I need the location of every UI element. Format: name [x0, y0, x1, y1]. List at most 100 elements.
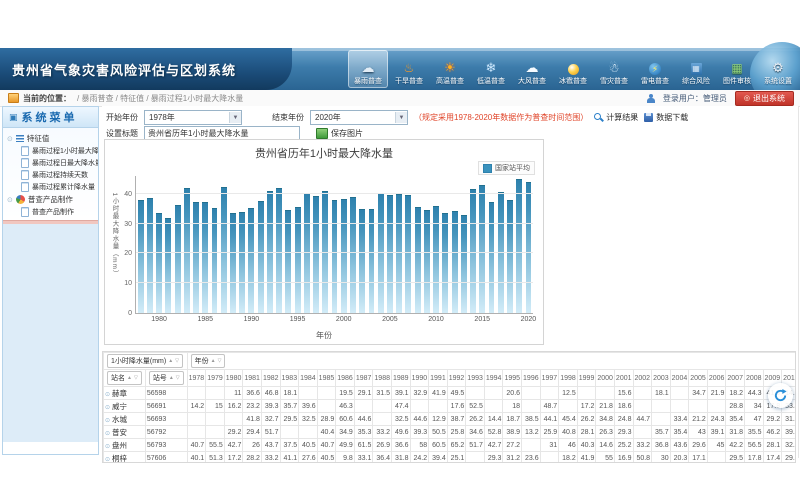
- toolbar-item-snow-thermometer[interactable]: ❄低温普查: [471, 50, 511, 88]
- year-column-header[interactable]: 1991: [429, 370, 448, 387]
- station-name-cell[interactable]: ⊙盘州: [104, 439, 146, 452]
- sidebar-item-0-3[interactable]: 暴雨过程累计降水量: [7, 181, 96, 193]
- year-column-header[interactable]: 2005: [689, 370, 708, 387]
- year-column-header[interactable]: 2000: [596, 370, 615, 387]
- year-column-header[interactable]: 2001: [614, 370, 633, 387]
- year-column-header[interactable]: 1981: [243, 370, 262, 387]
- sidebar-item-0-1[interactable]: 暴雨过程日最大降水量: [7, 157, 96, 169]
- year-column-header[interactable]: 2008: [744, 370, 763, 387]
- sun-icon: ☀: [442, 60, 458, 75]
- year-column-header[interactable]: 2004: [670, 370, 689, 387]
- station-expand-icon[interactable]: ⊙: [105, 405, 110, 411]
- year-column-header[interactable]: 1979: [206, 370, 225, 387]
- year-column-header[interactable]: 1983: [280, 370, 299, 387]
- rainfall-value-cell: 40.7: [187, 439, 206, 452]
- station-name-sort-box[interactable]: 站名▲▽: [107, 371, 142, 385]
- sort-desc-icon[interactable]: ▽: [175, 359, 179, 364]
- station-expand-icon[interactable]: ⊙: [105, 418, 110, 424]
- year-column-header[interactable]: 1988: [373, 370, 392, 387]
- sort-asc-icon[interactable]: ▲: [168, 359, 173, 364]
- toolbar-item-snow-cloud[interactable]: ☃雪灾普查: [594, 50, 634, 88]
- station-expand-icon[interactable]: ⊙: [105, 431, 110, 437]
- sort-asc-icon[interactable]: ▲: [211, 359, 216, 364]
- toolbar-item-heat-waves[interactable]: ♨干旱普查: [389, 50, 429, 88]
- refresh-float-button[interactable]: [768, 383, 793, 408]
- sort-desc-icon[interactable]: ▽: [176, 376, 180, 381]
- sort-asc-icon[interactable]: ▲: [127, 376, 132, 381]
- year-sort-box[interactable]: 年份▲▽: [191, 354, 226, 368]
- rainfall-value-cell: 50.8: [633, 452, 652, 464]
- tree-toggle-icon[interactable]: ⊙: [7, 196, 13, 204]
- year-column-header[interactable]: 1999: [577, 370, 596, 387]
- calculate-button[interactable]: 计算结果: [594, 112, 638, 123]
- sort-desc-icon[interactable]: ▽: [134, 376, 138, 381]
- station-expand-icon[interactable]: ⊙: [105, 457, 110, 463]
- chart-title-input[interactable]: [144, 126, 300, 140]
- station-id-sort-box[interactable]: 站号▲▽: [149, 371, 184, 385]
- year-column-header[interactable]: 1985: [317, 370, 336, 387]
- station-name-cell[interactable]: ⊙威宁: [104, 400, 146, 413]
- sort-desc-icon[interactable]: ▽: [218, 359, 222, 364]
- bar-slot: [515, 176, 524, 313]
- year-column-header[interactable]: 1993: [466, 370, 485, 387]
- station-name-cell[interactable]: ⊙桐梓: [104, 452, 146, 464]
- year-column-header[interactable]: 1994: [484, 370, 503, 387]
- year-column-header[interactable]: 1987: [354, 370, 373, 387]
- year-column-header[interactable]: 1982: [261, 370, 280, 387]
- bar-slot: [422, 176, 431, 313]
- rainfall-value-cell: 18.6: [614, 400, 633, 413]
- rainfall-value-cell: 34: [744, 400, 763, 413]
- toolbar-item-gear[interactable]: ⚙系统设置: [758, 50, 798, 88]
- toolbar-item-wind-cloud[interactable]: ☁大风普查: [512, 50, 552, 88]
- sidebar-item-0-0[interactable]: 暴雨过程1小时最大降水量: [7, 145, 96, 157]
- value-header-box[interactable]: 1小时降水量(mm)▲▽: [107, 354, 183, 368]
- toolbar-item-rain-cloud[interactable]: ☁暴雨普查: [348, 50, 388, 88]
- rainfall-value-cell: 14.6: [596, 439, 615, 452]
- year-column-header[interactable]: 1998: [559, 370, 578, 387]
- chart-legend[interactable]: 国家站平均: [478, 161, 535, 175]
- year-column-header[interactable]: 1995: [503, 370, 522, 387]
- download-button[interactable]: 数据下载: [644, 112, 688, 123]
- year-column-header[interactable]: 1996: [522, 370, 541, 387]
- start-year-select[interactable]: 1978年 ▼: [144, 110, 242, 125]
- year-column-header[interactable]: 1978: [187, 370, 206, 387]
- bar-1989: [239, 212, 245, 313]
- sidebar-group-0[interactable]: ⊙特征值: [7, 132, 96, 145]
- save-image-button[interactable]: 保存图片: [316, 128, 363, 139]
- rainfall-value-cell: 42.2: [726, 439, 745, 452]
- toolbar-item-lightning[interactable]: ⚡雷电普查: [635, 50, 675, 88]
- tree-toggle-icon[interactable]: ⊙: [7, 135, 13, 143]
- year-column-header[interactable]: 1980: [224, 370, 243, 387]
- sidebar-item-1-0[interactable]: 普查产品制作: [7, 206, 96, 218]
- year-column-header[interactable]: 1990: [410, 370, 429, 387]
- save-disk-icon: [644, 113, 653, 122]
- toolbar-item-label: 干旱普查: [395, 76, 423, 86]
- toolbar-item-calculator[interactable]: ▦综合风险: [676, 50, 716, 88]
- year-column-header[interactable]: 1989: [391, 370, 410, 387]
- toolbar-item-sun[interactable]: ☀高温普查: [430, 50, 470, 88]
- station-expand-icon[interactable]: ⊙: [105, 444, 110, 450]
- year-column-header[interactable]: 2003: [652, 370, 671, 387]
- toolbar-item-hail[interactable]: 冰雹普查: [553, 50, 593, 88]
- rainfall-value-cell: 23.6: [522, 452, 541, 464]
- station-name-cell[interactable]: ⊙水城: [104, 413, 146, 426]
- year-column-header[interactable]: 1986: [336, 370, 355, 387]
- logout-button[interactable]: ◎ 退出系统: [735, 91, 794, 106]
- sort-asc-icon[interactable]: ▲: [169, 376, 174, 381]
- sidebar-item-0-2[interactable]: 暴雨过程持续天数: [7, 169, 96, 181]
- rainfall-value-cell: [559, 400, 578, 413]
- year-column-header[interactable]: 2007: [726, 370, 745, 387]
- toolbar-item-map-check[interactable]: ▦图件审核: [717, 50, 757, 88]
- sidebar-group-1[interactable]: ⊙普查产品制作: [7, 193, 96, 206]
- station-expand-icon[interactable]: ⊙: [105, 392, 110, 398]
- year-column-header[interactable]: 1992: [447, 370, 466, 387]
- station-id-cell: 56793: [145, 439, 187, 452]
- year-column-header[interactable]: 2002: [633, 370, 652, 387]
- breadcrumb[interactable]: / 暴雨普查 / 特征值 / 暴雨过程1小时最大降水量: [77, 93, 243, 104]
- end-year-select[interactable]: 2020年 ▼: [310, 110, 408, 125]
- year-column-header[interactable]: 2006: [707, 370, 726, 387]
- year-column-header[interactable]: 1997: [540, 370, 559, 387]
- station-name-cell[interactable]: ⊙赫章: [104, 387, 146, 400]
- year-column-header[interactable]: 1984: [299, 370, 318, 387]
- station-name-cell[interactable]: ⊙普安: [104, 426, 146, 439]
